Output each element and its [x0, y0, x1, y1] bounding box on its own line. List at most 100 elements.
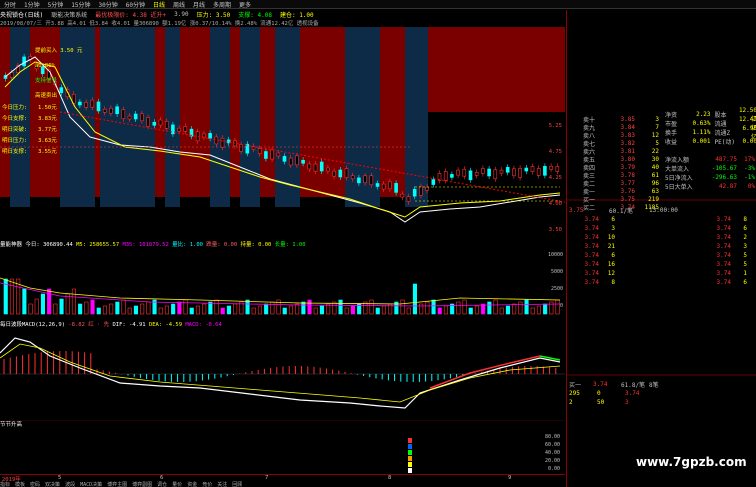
volume-bar [164, 305, 169, 315]
band-background [0, 27, 565, 207]
vol-tick: 10000 [548, 252, 563, 258]
period-tab[interactable]: 日线 [149, 0, 169, 9]
level-value: 3.55元 [38, 148, 57, 155]
candle-body [264, 151, 268, 159]
candle-body [431, 179, 436, 185]
order-vol: 3 [655, 115, 659, 123]
price-tick: 3.50 [549, 227, 562, 233]
candle-body [22, 56, 26, 67]
tick-cell: 6 [743, 225, 747, 232]
indicator-tab[interactable]: 资金 [187, 481, 197, 487]
volume-bar [22, 288, 27, 315]
period-tab[interactable]: 周线 [169, 0, 189, 9]
volume-bar [9, 278, 14, 315]
indicator-tab[interactable]: MACD决策 [80, 481, 102, 487]
signal-svg: 80.00 60.00 40.00 20.00 0.00 [0, 420, 565, 473]
volume-bar [270, 301, 275, 315]
candle-body [512, 168, 516, 177]
indicator-tab[interactable]: 模板 [15, 481, 25, 487]
price-tick: 4.00 [549, 201, 562, 207]
volume-bar [84, 301, 89, 315]
stock-name[interactable]: 央视锁仓(日线) [0, 10, 43, 19]
flow-value: 42.87 [718, 183, 737, 190]
volume-bar [140, 303, 145, 315]
trade-summary-value: 13:00:00 [649, 207, 678, 214]
volume-bar [375, 307, 380, 315]
candle-body [9, 72, 14, 78]
volume-bar [487, 301, 492, 315]
pressure-band [155, 27, 165, 197]
volume-bar [158, 307, 163, 315]
candle-body [127, 115, 132, 120]
tick-cell: 6 [611, 252, 615, 259]
flow-label: 5日净流入 [665, 175, 693, 182]
indicator-tab[interactable]: 关注 [217, 481, 227, 487]
buysell-cell: 3.74 [625, 390, 640, 397]
candle-body [369, 175, 374, 186]
candle-body [90, 99, 95, 108]
volume-bar [146, 301, 151, 315]
main-kline-chart[interactable]: 提前买入 3.50 元 a0.86% 支持信号 高速卖出 今日压力: 1.50元 今日支撑:… [0, 27, 566, 235]
tick-cell: 3 [611, 225, 615, 232]
side-top-area [567, 10, 756, 100]
indicator-tab[interactable]: 密码 [30, 481, 40, 487]
candle-body [270, 149, 274, 160]
flow-row: 5日大单入 42.87 0% [665, 182, 756, 191]
candle-body [363, 175, 367, 184]
volume-bar [555, 299, 560, 315]
indicator-tab[interactable]: 博弈副图 [132, 481, 152, 487]
volume-bar [406, 307, 411, 315]
volume-bar [59, 298, 64, 315]
candle-body [78, 101, 82, 106]
main-price-axis: 5.25 4.75 4.25 4.00 3.50 [549, 123, 562, 233]
volume-bar [233, 303, 238, 315]
period-tab[interactable]: 分时 [0, 0, 20, 9]
period-tab[interactable]: 月线 [189, 0, 209, 9]
volume-bar [474, 305, 480, 315]
tick-cell: 5 [743, 261, 747, 268]
candle-body [288, 157, 293, 166]
period-tab[interactable]: 多周期 [209, 0, 235, 9]
period-tab[interactable]: 15分钟 [67, 0, 94, 9]
flow-row: 5日净流入 -296.63 -1% [665, 173, 756, 182]
sig-tick: 40.00 [545, 450, 560, 456]
volume-bar [109, 303, 114, 315]
candle-body [152, 121, 157, 126]
period-tab[interactable]: 60分钟 [122, 0, 149, 9]
indicator-tab[interactable]: 波段 [65, 481, 75, 487]
indicator-name[interactable]: 聪能决策系统 [51, 10, 87, 19]
period-tab[interactable]: 30分钟 [95, 0, 122, 9]
candle-body [102, 108, 107, 113]
indicator-tab[interactable]: 竞价 [202, 481, 212, 487]
buysell-cell: 2 [569, 399, 573, 406]
candle-body [536, 168, 541, 176]
volume-bar [78, 303, 83, 315]
fund-label: 净资 [665, 112, 678, 119]
fund-row: 换手 1.11% 流通Z 6.98亿 [665, 125, 756, 141]
indicator-tab[interactable]: 双决策 [45, 481, 60, 487]
volume-svg: 10000 5000 2500 0 [0, 252, 563, 315]
signal-panel[interactable]: 节节升高 80.00 60.00 40.00 20.00 0.00 [0, 420, 565, 475]
order-vol: 12 [651, 131, 659, 139]
period-tab[interactable]: 5分钟 [44, 0, 68, 9]
macd-panel[interactable]: 每日波段MACD(12,26,9) -8.82 红 · 先 DIF: -4.91… [0, 320, 565, 420]
buysell-value: 61.8/笔 [621, 382, 646, 389]
candle-body [295, 155, 299, 166]
indicator-tab[interactable]: 回顾 [232, 481, 242, 487]
trade-summary-value: 60.1/笔 [609, 208, 634, 215]
tick-cell: 16 [607, 261, 615, 268]
indicator-tab[interactable]: 博弈主图 [107, 481, 127, 487]
indicator-tab[interactable]: 量价 [172, 481, 182, 487]
order-price: 3.77 [620, 179, 635, 187]
vol-tick: 0 [560, 303, 563, 309]
indicator-tab[interactable]: 指标 [0, 481, 10, 487]
flow-value: -296.63 [711, 174, 737, 181]
candle-body [412, 188, 417, 197]
volume-bar [400, 299, 405, 315]
indicator-tab[interactable]: 调仓 [157, 481, 167, 487]
period-tab[interactable]: 更多 [235, 0, 255, 9]
signal-block [408, 444, 412, 449]
macd-dif-line [0, 337, 561, 409]
period-tab[interactable]: 1分钟 [20, 0, 44, 9]
volume-panel[interactable]: 量能神器 今日: 306890.44 M5: 258655.57 M35: 10… [0, 240, 565, 318]
